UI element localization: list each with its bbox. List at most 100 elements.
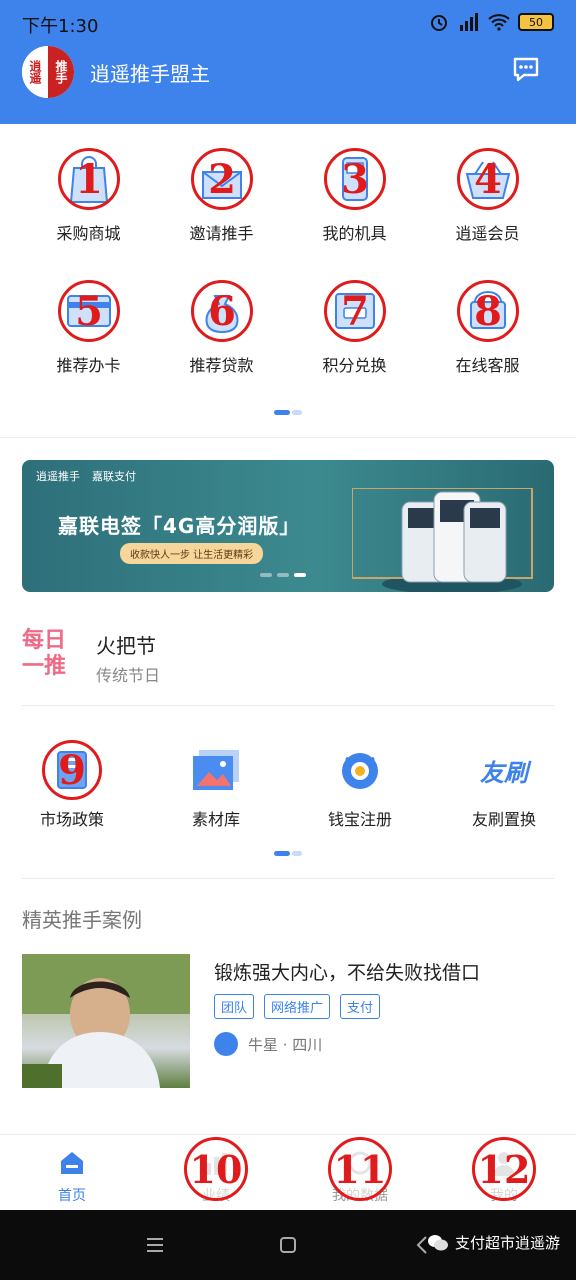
youshua-icon-text: 友刷 <box>480 758 528 787</box>
menu-item-card[interactable]: 5 推荐办卡 <box>22 280 155 384</box>
daily-logo-bottom: 一推 <box>22 654 67 679</box>
tab-home[interactable]: 首页 <box>0 1135 144 1211</box>
pos-device-icon: 3 <box>324 148 386 210</box>
tool-label: 素材库 <box>191 810 240 829</box>
case-tags: 团队 网络推广 支付 <box>214 994 381 1019</box>
promo-banner[interactable]: 逍遥推手 嘉联支付 嘉联电签「4G高分润版」 收款快人一步 让生活更精彩 <box>22 460 554 592</box>
banner-subtitle: 收款快人一步 让生活更精彩 <box>120 543 264 564</box>
daily-push-logo: 每日 一推 <box>22 628 76 682</box>
app-header: 下午1:30 50 逍遥 推手 逍遥推手盟主 <box>0 0 576 124</box>
chat-bubble-icon <box>513 57 539 82</box>
pos-terminal-image <box>351 487 542 592</box>
watermark: 支付超市逍遥游 <box>427 1232 560 1253</box>
case-title: 锻炼强大内心，不给失败找借口 <box>214 962 481 984</box>
tab-performance[interactable]: 业绩 10 <box>144 1135 288 1211</box>
menu-label: 邀请推手 <box>189 224 254 243</box>
author-name: 牛星 · 四川 <box>248 1035 323 1054</box>
money-bag-icon: 6 <box>191 280 253 342</box>
menu-label: 在线客服 <box>455 356 520 375</box>
avatar-text-right: 推手 <box>48 46 74 98</box>
member-basket-icon: 4 <box>457 148 519 210</box>
daily-logo-top: 每日 <box>22 628 67 653</box>
points-icon: 7 <box>324 280 386 342</box>
system-navigation-bar: 支付超市逍遥游 <box>0 1210 576 1280</box>
tool-market-policy[interactable]: 9 市场政策 <box>0 740 144 836</box>
menu-item-points[interactable]: 7 积分兑换 <box>288 280 421 384</box>
card-icon: 5 <box>58 280 120 342</box>
status-icons: 50 <box>428 12 554 32</box>
annotation-badge: 10 <box>184 1137 248 1201</box>
tab-label: 首页 <box>58 1188 86 1204</box>
daily-title[interactable]: 火把节 <box>96 630 156 659</box>
daily-subtitle: 传统节日 <box>96 666 161 685</box>
menu-label: 采购商城 <box>56 224 121 243</box>
tools-grid: 9 市场政策 素材库 钱宝注册 友刷 友刷置换 <box>0 740 576 836</box>
menu-label: 我的机具 <box>322 224 387 243</box>
menu-page-indicator <box>274 410 302 415</box>
square-icon <box>280 1237 296 1253</box>
home-icon <box>58 1149 86 1177</box>
menu-item-member[interactable]: 4 逍遥会员 <box>421 148 554 252</box>
section-divider <box>0 437 576 438</box>
menu-item-invite[interactable]: 2 邀请推手 <box>155 148 288 252</box>
tool-qianbao-register[interactable]: 钱宝注册 <box>288 740 432 836</box>
shopping-bag-icon: 1 <box>58 148 120 210</box>
customer-service-icon: 8 <box>457 280 519 342</box>
annotation-badge: 5 <box>58 280 120 342</box>
page-title: 逍遥推手盟主 <box>90 62 210 86</box>
battery-indicator: 50 <box>518 13 554 31</box>
banner-page-indicator <box>260 573 306 577</box>
watermark-text: 支付超市逍遥游 <box>454 1234 560 1252</box>
message-button[interactable] <box>512 56 540 84</box>
wechat-icon <box>427 1234 448 1250</box>
youshua-icon: 友刷 <box>474 740 534 800</box>
wifi-icon <box>488 12 510 32</box>
menu-item-loan[interactable]: 6 推荐贷款 <box>155 280 288 384</box>
annotation-badge: 3 <box>324 148 386 210</box>
menu-item-my-devices[interactable]: 3 我的机具 <box>288 148 421 252</box>
menu-item-shop[interactable]: 1 采购商城 <box>22 148 155 252</box>
tab-mine[interactable]: 我的 12 <box>432 1135 576 1211</box>
case-author: 牛星 · 四川 <box>214 1032 322 1056</box>
tool-image-library[interactable]: 素材库 <box>144 740 288 836</box>
annotation-badge: 1 <box>58 148 120 210</box>
case-tag: 网络推广 <box>264 994 331 1019</box>
annotation-badge: 8 <box>457 280 519 342</box>
menu-item-customer-service[interactable]: 8 在线客服 <box>421 280 554 384</box>
case-tag: 团队 <box>214 994 255 1019</box>
annotation-badge: 2 <box>191 148 253 210</box>
annotation-badge: 11 <box>328 1137 392 1201</box>
status-bar: 下午1:30 50 <box>0 0 576 46</box>
invite-icon: 2 <box>191 148 253 210</box>
banner-title: 嘉联电签「4G高分润版」 <box>58 514 301 538</box>
tool-label: 市场政策 <box>39 810 104 829</box>
menu-label: 推荐办卡 <box>56 356 121 375</box>
image-library-icon <box>186 740 246 800</box>
annotation-badge: 9 <box>42 740 102 800</box>
status-time: 下午1:30 <box>22 16 99 37</box>
tools-page-indicator <box>274 851 302 856</box>
bottom-tab-bar: 首页 业绩 10 我的数据 11 我的 12 <box>0 1134 576 1210</box>
menu-nav-button[interactable] <box>142 1232 168 1258</box>
tab-my-data[interactable]: 我的数据 11 <box>288 1135 432 1211</box>
tool-youshua-exchange[interactable]: 友刷 友刷置换 <box>432 740 576 836</box>
signal-icon <box>458 12 480 32</box>
annotation-badge: 4 <box>457 148 519 210</box>
annotation-badge: 7 <box>324 280 386 342</box>
hamburger-icon <box>147 1238 163 1252</box>
main-menu-grid: 1 采购商城 2 邀请推手 3 我的机具 4 逍遥会员 5 推荐办卡 6 推荐贷… <box>22 148 554 384</box>
case-tag: 支付 <box>340 994 381 1019</box>
section-divider <box>22 878 554 879</box>
home-nav-button[interactable] <box>275 1232 301 1258</box>
avatar[interactable]: 逍遥 推手 <box>22 46 74 98</box>
tool-label: 友刷置换 <box>471 810 536 829</box>
annotation-badge: 12 <box>472 1137 536 1201</box>
menu-label: 逍遥会员 <box>455 224 520 243</box>
banner-brand-left: 逍遥推手 <box>36 470 80 483</box>
alarm-icon <box>428 12 450 32</box>
policy-icon: 9 <box>42 740 102 800</box>
banner-brand-right: 嘉联支付 <box>92 470 136 483</box>
case-card[interactable]: 锻炼强大内心，不给失败找借口 团队 网络推广 支付 牛星 · 四川 <box>22 954 554 1088</box>
annotation-badge: 6 <box>191 280 253 342</box>
qianbao-icon <box>330 740 390 800</box>
